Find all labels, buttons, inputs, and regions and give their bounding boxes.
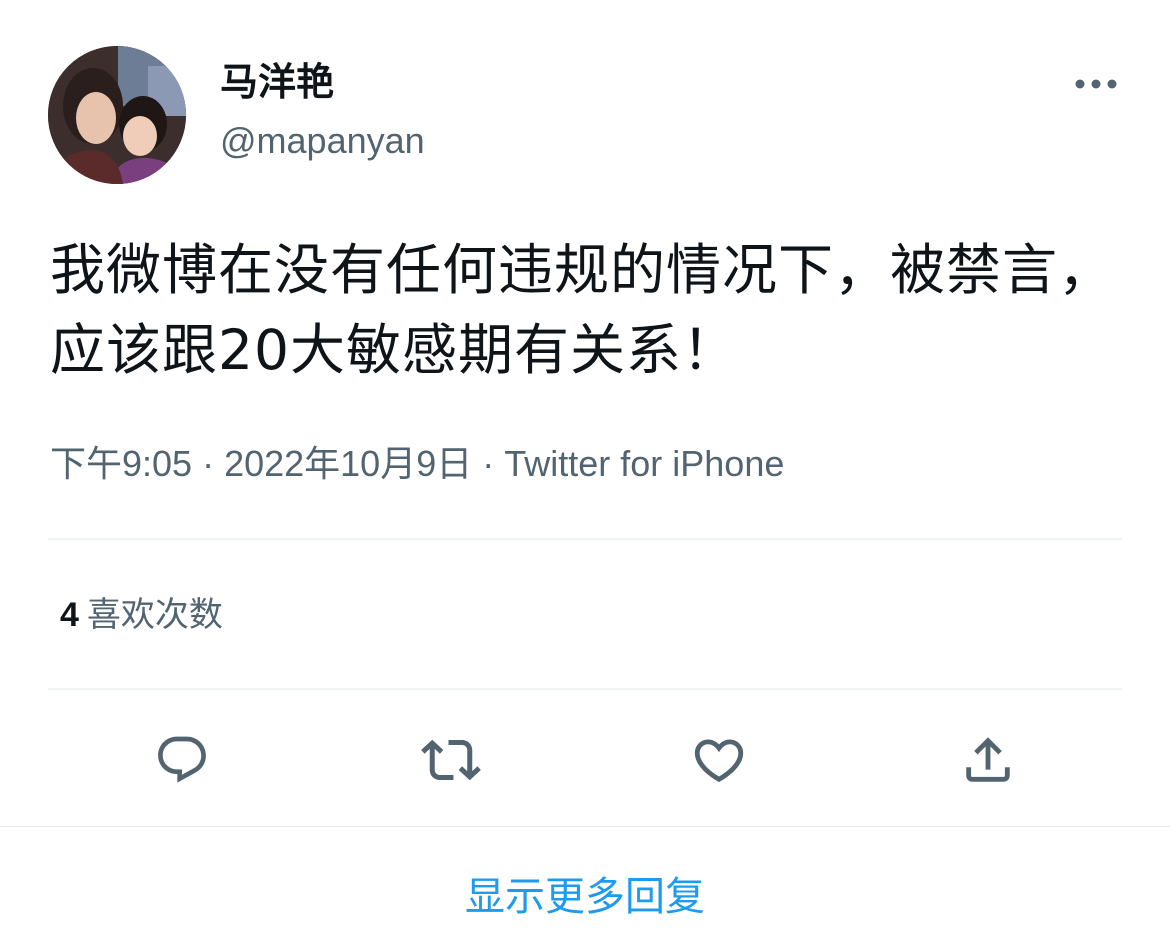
retweet-button[interactable]: [419, 728, 483, 792]
display-name[interactable]: 马洋艳: [220, 58, 334, 106]
show-more-replies-link[interactable]: 显示更多回复: [0, 870, 1170, 924]
tweet-text: 我微博在没有任何违规的情况下，被禁言，应该跟20大敏感期有关系！: [50, 238, 1115, 382]
tweet-source[interactable]: Twitter for iPhone: [504, 443, 784, 484]
tweet-date[interactable]: 2022年10月9日: [224, 443, 472, 484]
likes-label: 喜欢次数: [86, 595, 223, 635]
tweet-time[interactable]: 下午9:05: [50, 443, 192, 484]
share-button[interactable]: [956, 728, 1020, 792]
likes-stat[interactable]: 4 喜欢次数: [60, 592, 223, 638]
tweet-meta: 下午9:05 · 2022年10月9日 · Twitter for iPhone: [50, 440, 784, 488]
avatar[interactable]: [48, 46, 186, 184]
reply-button[interactable]: [150, 728, 214, 792]
more-icon: [1075, 79, 1117, 89]
share-icon: [966, 737, 1010, 782]
retweet-icon: [421, 739, 481, 781]
meta-separator: ·: [472, 443, 505, 484]
likes-count: 4: [60, 596, 79, 634]
avatar-photo: [48, 46, 186, 184]
more-options-button[interactable]: [1068, 64, 1124, 104]
meta-separator: ·: [192, 443, 225, 484]
divider: [48, 688, 1122, 690]
like-button[interactable]: [687, 728, 751, 792]
heart-icon: [694, 739, 744, 783]
reply-icon: [158, 736, 206, 783]
divider: [48, 538, 1122, 540]
user-handle[interactable]: @mapanyan: [220, 118, 425, 164]
